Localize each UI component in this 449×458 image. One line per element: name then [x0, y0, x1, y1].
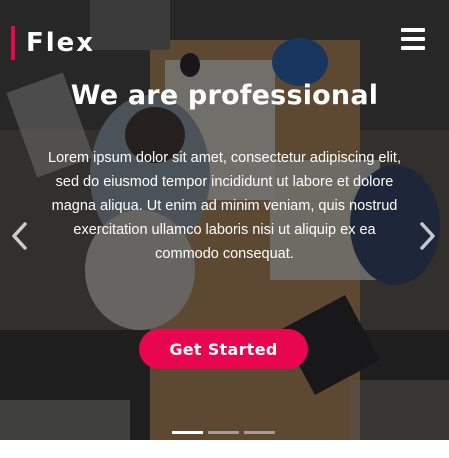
hero-carousel: Flex We are professional Lorem ipsum dol… — [0, 0, 449, 440]
hamburger-menu-icon[interactable] — [401, 28, 425, 50]
chevron-left-icon[interactable] — [9, 221, 29, 251]
chevron-right-icon[interactable] — [418, 221, 438, 251]
brand-accent-bar — [11, 26, 15, 60]
carousel-indicator[interactable] — [208, 431, 239, 434]
menu-line — [401, 28, 425, 32]
brand-name: Flex — [26, 28, 96, 58]
carousel-indicators — [172, 431, 280, 434]
get-started-button[interactable]: Get Started — [139, 329, 308, 369]
hero-title: We are professional — [70, 80, 379, 111]
menu-line — [401, 37, 425, 41]
menu-line — [401, 46, 425, 50]
carousel-indicator[interactable] — [172, 431, 203, 434]
brand-logo[interactable]: Flex — [11, 26, 95, 60]
carousel-indicator[interactable] — [244, 431, 275, 434]
hero-description: Lorem ipsum dolor sit amet, consectetur … — [48, 150, 401, 262]
